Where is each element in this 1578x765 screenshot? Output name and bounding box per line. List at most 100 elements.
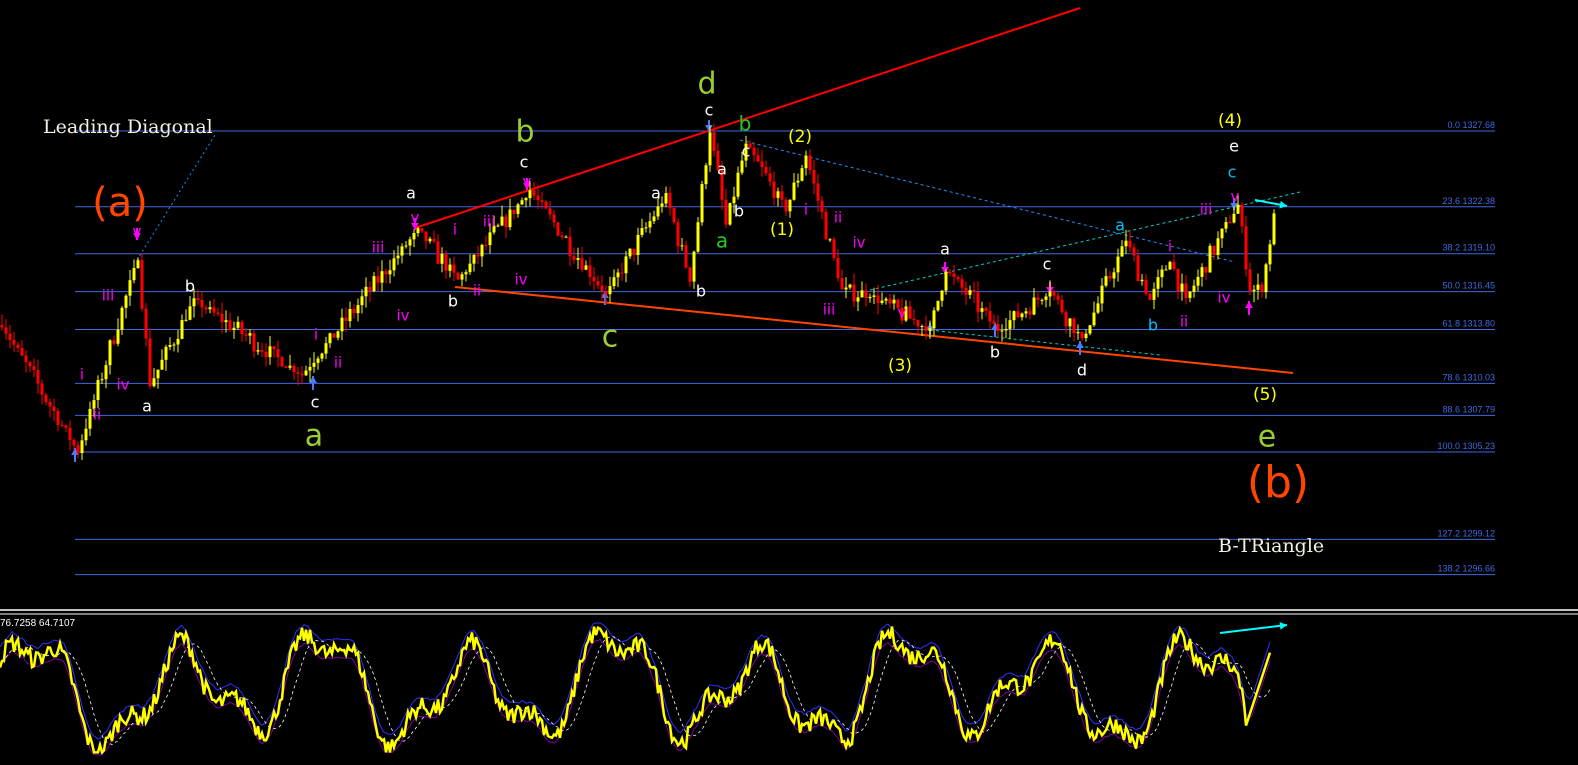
candle	[612, 277, 616, 287]
candle	[464, 272, 468, 275]
candle	[176, 338, 180, 345]
trendline[interactable]	[929, 329, 1161, 356]
candle	[508, 209, 512, 228]
candle	[1048, 291, 1052, 297]
wave-label: a	[940, 240, 950, 259]
candle	[700, 184, 704, 223]
candle	[80, 440, 84, 454]
candle	[472, 254, 476, 264]
candle	[440, 253, 444, 264]
candle	[1084, 333, 1088, 339]
candle	[736, 172, 740, 197]
trendline[interactable]	[136, 134, 216, 261]
wave-label: i	[80, 366, 84, 384]
candle	[740, 160, 744, 173]
oscillator-values: 76.7258 64.7107	[0, 618, 76, 629]
candle	[540, 200, 544, 202]
candle	[1232, 213, 1236, 223]
candle	[804, 155, 808, 169]
wave-label: d	[697, 67, 716, 102]
candle	[852, 284, 856, 302]
price-chart[interactable]: 0.0 1327.68 23.6 1322.38 38.2 1319.10 50.0 …	[0, 0, 1578, 765]
candle	[184, 319, 188, 321]
candle	[104, 365, 108, 380]
candle	[600, 285, 604, 292]
candle	[560, 235, 564, 238]
candle	[708, 132, 712, 166]
trendline[interactable]	[739, 139, 1236, 263]
candle	[396, 255, 400, 259]
candle	[1148, 293, 1152, 300]
candle	[724, 199, 728, 225]
wave-label: c	[1043, 255, 1052, 274]
candle	[48, 401, 52, 407]
candle	[304, 370, 308, 376]
candle	[692, 251, 696, 282]
candle	[196, 298, 200, 301]
arrow-head	[1279, 200, 1287, 209]
candle	[956, 277, 960, 280]
candle	[24, 355, 28, 363]
candle	[1056, 295, 1060, 300]
candle	[36, 370, 40, 384]
candle	[1024, 311, 1028, 314]
leading-diagonal-annotation: Leading Diagonal	[43, 116, 213, 138]
candle	[336, 331, 340, 338]
wave-label: b	[185, 277, 195, 296]
candle	[64, 425, 68, 428]
oscillator-main-line	[0, 625, 1272, 755]
candle	[444, 253, 448, 271]
candle	[484, 244, 488, 246]
candle	[1068, 318, 1072, 327]
candle	[1236, 204, 1240, 214]
candle	[20, 347, 24, 356]
candle	[212, 307, 216, 313]
candle	[288, 365, 292, 368]
candle	[616, 272, 620, 278]
candle	[760, 161, 764, 168]
candle	[836, 257, 840, 279]
candle	[8, 333, 12, 340]
candle	[604, 291, 608, 295]
candle	[224, 320, 228, 323]
wave-label: ii	[1180, 313, 1188, 331]
candle	[548, 208, 552, 215]
candle	[1196, 276, 1200, 286]
candle	[1184, 283, 1188, 298]
wave-label: v	[133, 223, 142, 241]
candle	[996, 324, 1000, 331]
candle	[412, 233, 416, 240]
candle	[256, 350, 260, 352]
candle	[356, 305, 360, 314]
candle	[1060, 299, 1064, 313]
candle	[580, 258, 584, 270]
candle	[324, 343, 328, 354]
candle	[1256, 284, 1260, 290]
wave-label: c	[705, 101, 714, 120]
candle	[772, 181, 776, 198]
candle	[364, 286, 368, 297]
candle	[808, 155, 812, 170]
candle	[1180, 283, 1184, 292]
candle	[480, 244, 484, 257]
wave-label: iii	[823, 301, 836, 319]
candle	[16, 344, 20, 348]
wave-label: c	[520, 153, 529, 172]
candle	[260, 350, 264, 352]
candle	[44, 394, 48, 402]
wave-label: iii	[1200, 201, 1213, 219]
candle	[844, 287, 848, 290]
candle	[624, 256, 628, 274]
candle	[452, 264, 456, 273]
candle	[272, 346, 276, 350]
candle	[644, 227, 648, 229]
candle	[780, 191, 784, 200]
candle	[436, 241, 440, 264]
wave-label: ii	[334, 354, 342, 372]
candle	[12, 339, 16, 345]
candle	[696, 222, 700, 252]
candle	[964, 287, 968, 295]
candle	[140, 260, 144, 309]
candle	[72, 439, 76, 446]
candle	[1260, 284, 1264, 293]
